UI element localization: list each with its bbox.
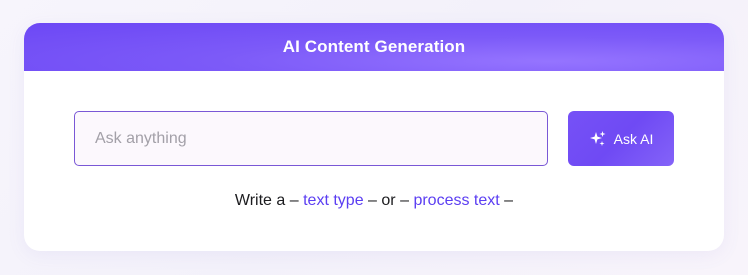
hint-dash-3: – [400,192,409,209]
sparkle-icon [589,130,607,148]
hint-line: Write a – text type – or – process text … [24,192,724,210]
ask-ai-label: Ask AI [613,130,654,147]
card-title: AI Content Generation [282,37,466,56]
ask-input[interactable] [74,111,548,166]
ai-content-card: AI Content Generation Ask AI Write a – t… [24,23,724,251]
hint-dash-2: – [368,192,377,209]
hint-dash-4: – [504,192,514,209]
hint-or: or [381,192,396,209]
ask-row: Ask AI [74,111,674,166]
hint-dash-1: – [289,192,299,209]
hint-prefix: Write a [234,192,286,209]
text-type-link[interactable]: text type [303,192,363,209]
card-header: AI Content Generation [24,23,724,71]
ask-ai-button[interactable]: Ask AI [568,111,674,166]
process-text-link[interactable]: process text [413,192,499,209]
